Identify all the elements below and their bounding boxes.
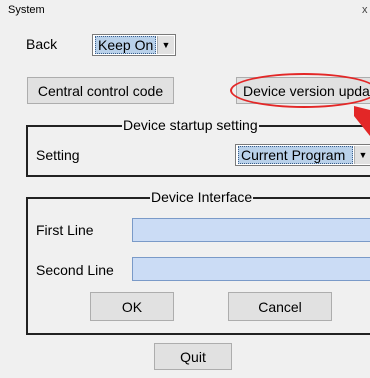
startup-select[interactable]: Current Program ▼: [235, 144, 370, 166]
close-icon[interactable]: x: [362, 4, 368, 16]
ok-button[interactable]: OK: [90, 292, 174, 321]
second-line-input[interactable]: [132, 257, 370, 281]
startup-legend: Device startup setting: [122, 117, 259, 133]
quit-button[interactable]: Quit: [154, 343, 232, 370]
central-control-code-button[interactable]: Central control code: [27, 77, 174, 104]
highlight-ellipse: [230, 73, 370, 108]
back-label: Back: [26, 36, 58, 52]
interface-legend: Device Interface: [150, 189, 254, 205]
first-line-input[interactable]: [132, 218, 370, 242]
back-select[interactable]: Keep On ▼: [92, 34, 176, 56]
window-title: System: [8, 4, 45, 16]
second-line-label: Second Line: [36, 262, 114, 278]
red-arrow-icon: [354, 106, 370, 136]
startup-select-value: Current Program: [238, 146, 353, 164]
chevron-down-icon[interactable]: ▼: [157, 36, 174, 54]
chevron-down-icon[interactable]: ▼: [354, 146, 370, 164]
first-line-label: First Line: [36, 222, 94, 238]
cancel-button[interactable]: Cancel: [228, 292, 332, 321]
setting-label: Setting: [36, 147, 80, 163]
back-select-value: Keep On: [95, 36, 156, 54]
